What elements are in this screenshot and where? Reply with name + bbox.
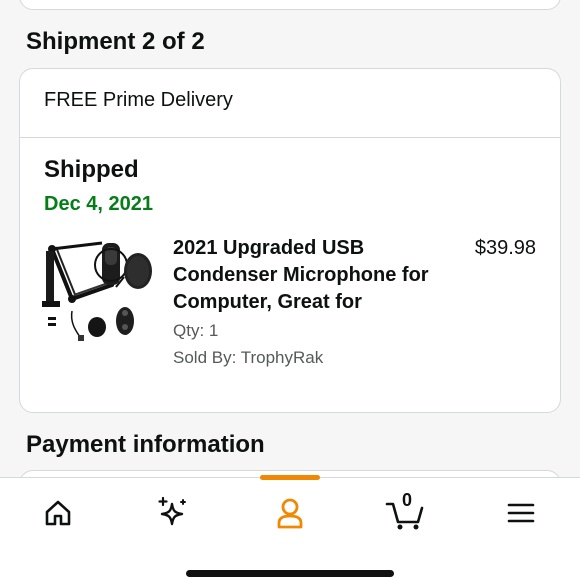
microphone-kit-illustration: [42, 241, 152, 341]
payment-heading: Payment information: [26, 431, 265, 458]
product-seller[interactable]: Sold By: TrophyRak: [173, 348, 323, 368]
cart-count-badge: 0: [402, 490, 413, 510]
product-title[interactable]: 2021 Upgraded USB Condenser Microphone f…: [173, 235, 443, 316]
shipment-card: FREE Prime Delivery Shipped Dec 4, 2021: [19, 68, 561, 413]
person-icon: [277, 498, 303, 529]
nav-home-button[interactable]: [36, 494, 80, 532]
shipment-date: Dec 4, 2021: [44, 193, 153, 215]
sparkle-icon: [158, 496, 186, 526]
nav-cart-button[interactable]: 0: [383, 490, 427, 532]
hamburger-icon: [507, 503, 535, 523]
product-quantity: Qty: 1: [173, 321, 219, 340]
shipment-status: Shipped: [44, 156, 139, 183]
product-price: $39.98: [474, 237, 536, 259]
bottom-navigation-bar: 0: [0, 475, 580, 580]
product-image[interactable]: [42, 235, 158, 343]
nav-account-button[interactable]: [268, 494, 312, 532]
previous-shipment-card: [19, 0, 561, 10]
home-icon: [45, 500, 71, 526]
delivery-option-label: FREE Prime Delivery: [44, 89, 233, 111]
nav-menu-button[interactable]: [499, 494, 543, 532]
shipment-heading: Shipment 2 of 2: [26, 28, 205, 55]
active-tab-indicator: [260, 475, 320, 480]
delivery-option-row[interactable]: FREE Prime Delivery: [20, 69, 560, 138]
home-indicator-bar[interactable]: [186, 570, 394, 577]
nav-ai-assistant-button[interactable]: [151, 494, 195, 532]
